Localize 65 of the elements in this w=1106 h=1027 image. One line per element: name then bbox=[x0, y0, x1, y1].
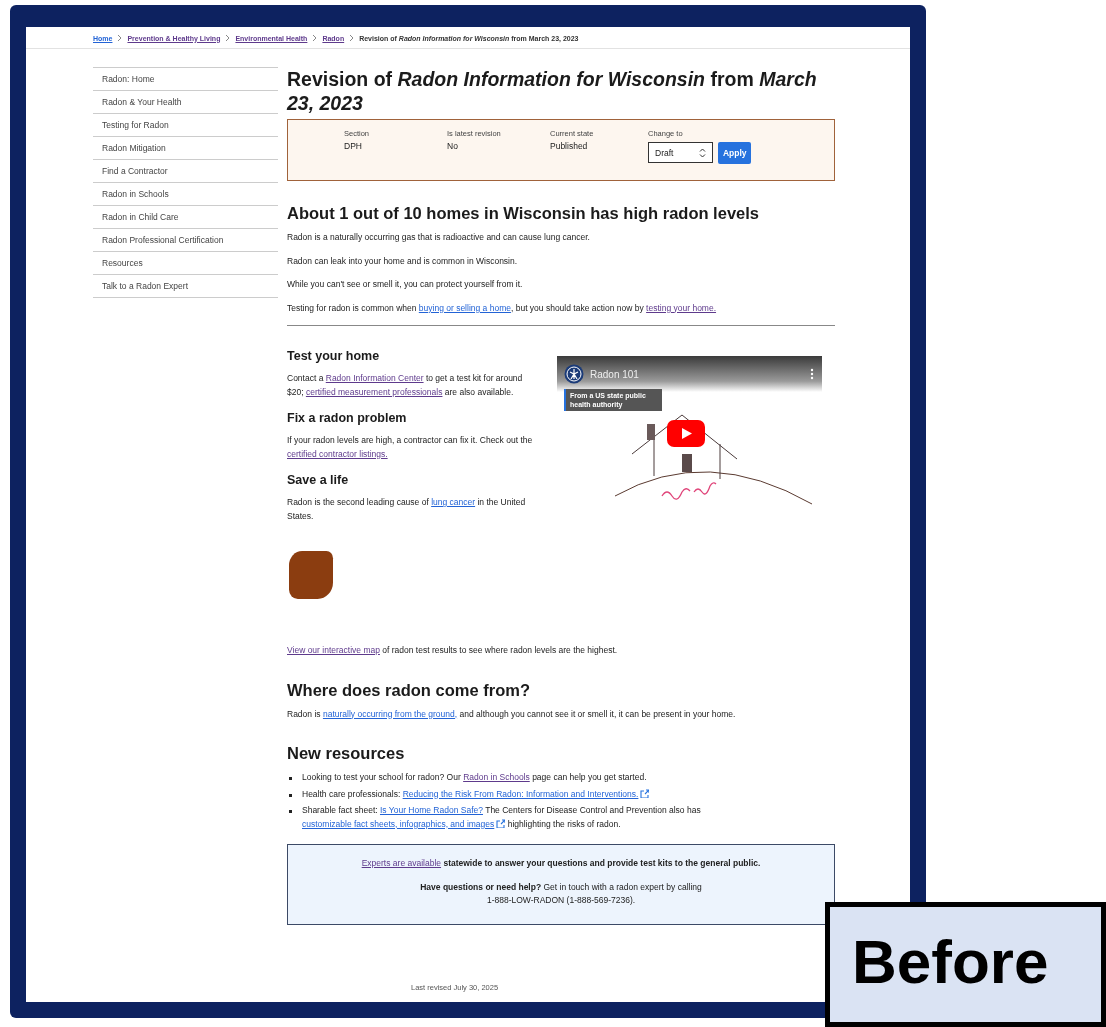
apply-button[interactable]: Apply bbox=[718, 142, 751, 164]
video-title: Radon 101 bbox=[590, 368, 640, 380]
paragraph: View our interactive map of radon test results to see where radon levels are the highest. bbox=[287, 644, 619, 657]
page-title: Revision of Radon Information for Wisconsin from March 23, 2023 bbox=[287, 67, 818, 115]
chevron-icon bbox=[117, 34, 123, 42]
state-dropdown[interactable]: Draft bbox=[648, 142, 714, 163]
subheading: Save a life bbox=[287, 473, 350, 488]
external-link-icon bbox=[496, 818, 506, 828]
before-label: Before bbox=[825, 902, 1106, 1027]
field-value: No bbox=[447, 141, 459, 151]
link[interactable]: Reducing the Risk From Radon: Information and Interventions. bbox=[402, 788, 650, 799]
paragraph: Sharable fact sheet: Is Your Home Radon Safe? The Centers for Disease Control and Prevention also has customizable fact sheets, infographics, and images highlighting the risks of radon. bbox=[302, 804, 702, 831]
paragraph: Health care professionals: Reducing the Risk From Radon: Information and Interventions. bbox=[302, 787, 650, 801]
sidebar-item[interactable]: Radon in Schools bbox=[93, 182, 278, 205]
link[interactable]: naturally occurring from the ground, bbox=[322, 708, 458, 719]
paragraph: While you can't see or smell it, you can protect yourself from it. bbox=[287, 278, 524, 291]
paragraph: Radon is the second leading cause of lung cancer in the United States. bbox=[287, 496, 527, 523]
link[interactable]: Radon Information Center bbox=[325, 373, 424, 383]
link[interactable]: lung cancer bbox=[431, 497, 476, 507]
sidebar-item[interactable]: Find a Contractor bbox=[93, 159, 278, 182]
link[interactable]: certified measurement professionals bbox=[305, 386, 443, 397]
more-icon bbox=[810, 368, 814, 380]
sidebar-item[interactable]: Radon & Your Health bbox=[93, 90, 278, 113]
sidebar-item[interactable]: Testing for Radon bbox=[93, 113, 278, 136]
field-value: Published bbox=[550, 141, 589, 151]
subheading: Fix a radon problem bbox=[287, 411, 408, 426]
bullet-icon bbox=[289, 777, 292, 780]
link[interactable]: Radon in Schools bbox=[463, 772, 530, 782]
sidebar-item[interactable]: Talk to a Radon Expert bbox=[93, 274, 278, 297]
chevron-icon bbox=[225, 34, 231, 42]
paragraph: Testing for radon is common when buying or selling a home, but you should take action now by testing your home. bbox=[287, 301, 718, 315]
link[interactable]: View our interactive map bbox=[287, 645, 380, 655]
section-heading: About 1 out of 10 homes in Wisconsin has high radon levels bbox=[287, 203, 760, 223]
spinner-icon bbox=[699, 147, 707, 158]
sidebar-item[interactable]: Resources bbox=[93, 251, 278, 274]
map-thumbnail bbox=[289, 551, 333, 599]
paragraph: Radon can leak into your home and is common in Wisconsin. bbox=[287, 254, 519, 268]
bullet-icon bbox=[289, 810, 292, 813]
link[interactable]: Is Your Home Radon Safe? bbox=[379, 805, 483, 815]
bullet-icon bbox=[289, 793, 292, 797]
paragraph: Radon is a naturally occurring gas that is radioactive and can cause lung cancer. bbox=[287, 231, 591, 244]
section-heading: Where does radon come from? bbox=[287, 679, 531, 700]
paragraph: Contact a Radon Information Center to get a test kit for around $20; certified measurement professionals are also available. bbox=[287, 372, 524, 399]
chevron-icon bbox=[312, 34, 318, 42]
play-icon[interactable] bbox=[667, 420, 705, 447]
sidebar-item[interactable]: Radon: Home bbox=[93, 67, 278, 90]
channel-logo-icon bbox=[564, 364, 584, 384]
link[interactable]: buying or selling a home bbox=[418, 302, 511, 313]
link[interactable]: testing your home. bbox=[646, 302, 717, 313]
external-link-icon bbox=[640, 788, 650, 798]
sidebar-item[interactable]: Radon in Child Care bbox=[93, 205, 278, 228]
paragraph: If your radon levels are high, a contractor can fix it. Check out the certified contractor listings. bbox=[287, 434, 534, 461]
paragraph: Experts are available statewide to answer your questions and provide test kits to the general public. bbox=[361, 857, 761, 870]
field-value: DPH bbox=[344, 141, 363, 151]
sidebar-item[interactable]: Radon Mitigation bbox=[93, 136, 278, 159]
section-heading: New resources bbox=[287, 743, 406, 763]
subheading: Test your home bbox=[287, 349, 381, 364]
link[interactable]: customizable fact sheets, infographics, and images bbox=[302, 818, 506, 829]
sidebar-item[interactable]: Radon Professional Certification bbox=[93, 228, 278, 251]
link[interactable]: Experts are available bbox=[361, 858, 442, 868]
paragraph: Looking to test your school for radon? Our Radon in Schools page can help you get started. bbox=[302, 771, 647, 784]
paragraph: Have questions or need help? Get in touch with a radon expert by calling 1-888-LOW-RADON (1-888-569-7236). bbox=[419, 880, 703, 907]
link[interactable]: certified contractor listings. bbox=[287, 448, 388, 459]
chevron-icon bbox=[349, 34, 355, 42]
paragraph: Radon is naturally occurring from the ground, and although you cannot see it or smell it, it can be present in your home. bbox=[287, 707, 737, 721]
